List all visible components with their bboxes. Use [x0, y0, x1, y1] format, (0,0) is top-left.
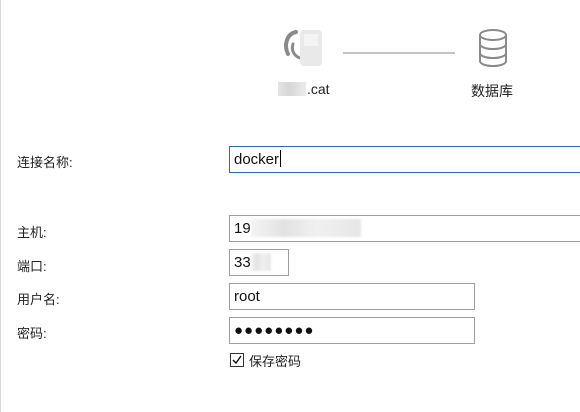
- connection-name-label: 连接名称:: [17, 155, 73, 170]
- connection-diagram: .cat 数据库: [0, 0, 580, 110]
- username-value: root: [234, 288, 260, 305]
- port-label: 端口:: [17, 259, 47, 274]
- database-label: 数据库: [471, 83, 513, 99]
- host-input[interactable]: 19: [229, 215, 580, 242]
- save-password-checkbox[interactable]: [230, 353, 244, 367]
- host-value-prefix: 19: [234, 220, 251, 237]
- password-input[interactable]: ●●●●●●●●: [229, 317, 475, 344]
- redacted-host: [250, 219, 361, 237]
- checkmark-icon: [232, 355, 242, 365]
- app-label-suffix: .cat: [307, 81, 330, 97]
- host-label: 主机:: [17, 225, 47, 240]
- password-label: 密码:: [17, 326, 47, 341]
- text-caret: [280, 150, 282, 167]
- password-masked-value: ●●●●●●●●: [234, 322, 315, 339]
- username-label: 用户名:: [17, 292, 60, 307]
- save-password-label: 保存密码: [249, 353, 302, 369]
- app-logo-icon: [276, 22, 324, 70]
- save-password-row[interactable]: 保存密码: [230, 351, 301, 369]
- port-input[interactable]: 33: [229, 249, 289, 276]
- redacted-app-name: [278, 82, 306, 96]
- username-input[interactable]: root: [229, 283, 475, 310]
- redacted-port: [250, 253, 271, 271]
- port-value-prefix: 33: [234, 254, 251, 271]
- connector-line: [343, 52, 455, 54]
- connection-name-value: docker: [234, 151, 280, 168]
- connection-name-input[interactable]: docker: [229, 146, 580, 173]
- app-label: .cat: [278, 81, 338, 97]
- database-icon: [477, 28, 509, 68]
